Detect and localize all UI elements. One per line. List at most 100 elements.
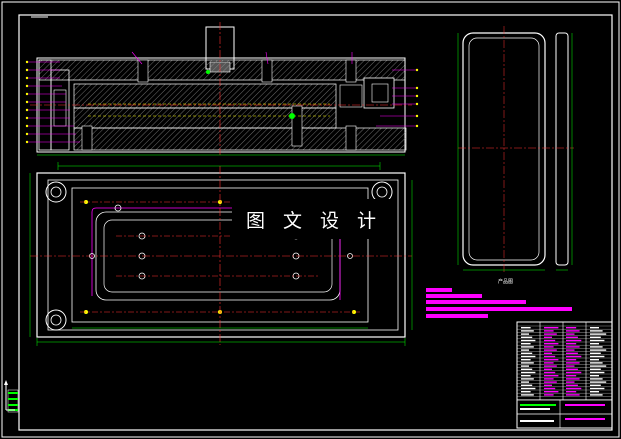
bom-cell-text xyxy=(544,339,556,342)
bom-cell-text xyxy=(566,375,577,377)
bom-cell-text xyxy=(566,333,575,335)
bom-cell-text xyxy=(521,359,531,361)
bom-cell-text xyxy=(544,394,554,396)
bom-cell-text xyxy=(544,387,556,390)
title-block-text xyxy=(520,420,554,422)
bom-cell-text xyxy=(566,359,577,361)
bom-cell-text xyxy=(544,378,554,380)
bom-cell-text xyxy=(544,362,554,364)
bom-cell-text xyxy=(521,381,529,383)
bom-cell-text xyxy=(590,394,603,396)
bom-cell-text xyxy=(566,349,575,351)
watermark: 图 文 设 计 xyxy=(232,199,396,239)
bom-cell-text xyxy=(566,327,577,329)
bom-cell-text xyxy=(544,349,557,351)
bom-cell-text xyxy=(566,336,578,338)
bom-cell-text xyxy=(590,384,601,386)
bom-cell-text xyxy=(521,394,534,396)
ucs-axis-icon xyxy=(4,380,15,411)
title-block-text xyxy=(520,408,550,410)
bom-cell-text xyxy=(590,352,601,354)
bom-cell-text xyxy=(521,333,529,335)
bom-cell-text xyxy=(521,330,534,332)
bom-cell-text xyxy=(590,349,607,351)
product-view xyxy=(457,26,574,272)
plan-view xyxy=(30,166,412,345)
bom-cell-text xyxy=(544,384,552,386)
bom-cell-text xyxy=(521,365,529,367)
bom-cell-text xyxy=(566,365,575,367)
bom-cell-text xyxy=(544,381,557,383)
bom-cell-text xyxy=(566,339,582,342)
bom-cell-text xyxy=(566,384,578,386)
bom-cell-text xyxy=(566,330,580,332)
bom-cell-text xyxy=(566,352,578,354)
bom-cell-text xyxy=(590,346,603,348)
bom-cell-text xyxy=(590,339,605,342)
bom-cell-text xyxy=(566,346,580,348)
product-side-view xyxy=(555,32,569,266)
bom-cell-text xyxy=(521,378,534,380)
bom-cell-text xyxy=(590,359,599,361)
bom-cell-text xyxy=(590,391,599,393)
bom-cell-text xyxy=(544,330,554,332)
bom-cell-text xyxy=(566,368,578,370)
bom-cell-text xyxy=(544,355,556,358)
title-block-text xyxy=(565,418,605,420)
bom-cell-text xyxy=(544,343,559,345)
product-view-label: 产品图 xyxy=(498,279,514,285)
bom-cell-text xyxy=(521,371,536,374)
front-section-view xyxy=(30,22,412,155)
bom-cell-text xyxy=(566,387,582,390)
title-block-text xyxy=(565,404,605,406)
bom-cell-text xyxy=(566,362,580,364)
bom-cell-text xyxy=(521,355,536,358)
bom-cell-text xyxy=(566,378,580,380)
bom-cell-text xyxy=(521,336,533,338)
bom-cell-text xyxy=(566,343,577,345)
bom-cell-text xyxy=(544,336,552,338)
guide-hole-bl xyxy=(45,309,67,331)
bom-cell-text xyxy=(590,375,599,377)
bom-cell-text xyxy=(590,327,599,329)
bom-cell-text xyxy=(544,368,552,370)
plan-dimensions xyxy=(29,162,413,346)
bom-cell-text xyxy=(590,371,605,374)
bom-cell-text xyxy=(521,352,533,354)
bom-cell-text xyxy=(521,368,533,370)
bom-cell-text xyxy=(544,333,557,335)
bom-cell-text xyxy=(544,327,559,329)
bom-cell-text xyxy=(590,381,607,383)
bom-cell-text xyxy=(590,333,607,335)
bom-cell-text xyxy=(590,343,599,345)
bom-cell-text xyxy=(566,381,575,383)
bom-cell-text xyxy=(590,355,605,358)
bom-cell-text xyxy=(544,365,557,367)
title-block-text xyxy=(520,404,556,406)
bom-cell-text xyxy=(590,330,603,332)
guide-hole-tl xyxy=(45,181,67,203)
bom-cell-text xyxy=(521,375,531,377)
bom-cell-text xyxy=(521,391,531,393)
bom-cell-text xyxy=(544,359,559,361)
bom-cell-text xyxy=(590,378,603,380)
bom-cell-text xyxy=(566,355,582,358)
bom-cell-text xyxy=(521,343,531,345)
bom-cell-text xyxy=(521,349,529,351)
bom-cell-text xyxy=(544,391,559,393)
bom-cell-text xyxy=(521,339,536,342)
bom-cell-text xyxy=(590,368,601,370)
bom-cell-text xyxy=(590,365,607,367)
bom-cell-text xyxy=(544,352,552,354)
bom-cell-text xyxy=(544,375,559,377)
bom-cell-text xyxy=(566,391,577,393)
bom-cell-text xyxy=(521,384,533,386)
technical-notes xyxy=(426,288,572,318)
bom-cell-text xyxy=(521,387,536,390)
bom-cell-text xyxy=(566,371,582,374)
bom-cell-text xyxy=(521,327,531,329)
watermark-text: 图 文 设 计 xyxy=(245,209,383,232)
bom-cell-text xyxy=(590,336,601,338)
bom-cell-text xyxy=(544,346,554,348)
bom-cell-text xyxy=(544,371,556,374)
